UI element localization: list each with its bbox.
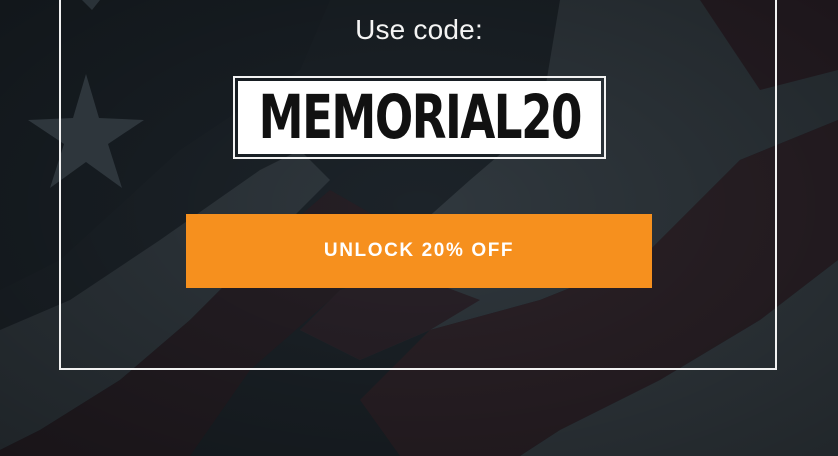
promo-code: MEMORIAL20 (258, 82, 582, 153)
use-code-label: Use code: (355, 14, 483, 45)
promo-code-box: MEMORIAL20 (233, 76, 606, 159)
promo-code-background: MEMORIAL20 (238, 81, 601, 154)
unlock-discount-button[interactable]: UNLOCK 20% OFF (186, 214, 652, 288)
promo-frame (59, 0, 777, 370)
